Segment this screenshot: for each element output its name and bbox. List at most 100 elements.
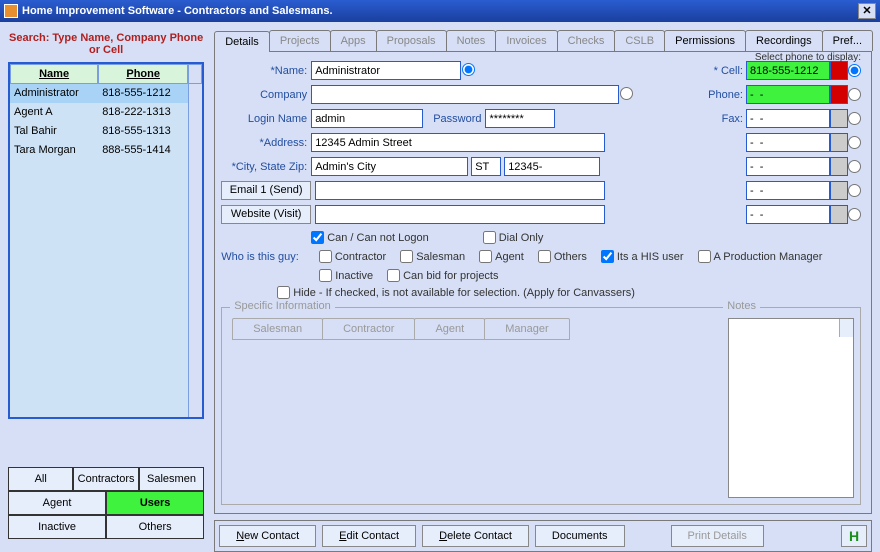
- tab-checks[interactable]: Checks: [557, 30, 616, 51]
- titlebar: Home Improvement Software - Contractors …: [0, 0, 880, 22]
- phone-display-radio[interactable]: [848, 88, 861, 101]
- city-input[interactable]: [311, 157, 468, 176]
- contact-row[interactable]: Agent A818-222-1313: [10, 103, 188, 122]
- address-input[interactable]: [311, 133, 605, 152]
- email1-button[interactable]: Email 1 (Send): [221, 181, 311, 200]
- filter-all[interactable]: All: [8, 467, 73, 491]
- scroll-header: [188, 64, 202, 84]
- contact-list: Name Phone Administrator818-555-1212Agen…: [8, 62, 204, 419]
- phone-display-label: Select phone to display:: [755, 52, 861, 63]
- cell-input[interactable]: [746, 61, 830, 80]
- check-contractor[interactable]: Contractor: [319, 250, 386, 263]
- zip-input[interactable]: [504, 157, 600, 176]
- tab-details-body: Select phone to display: Name: Cell: Com…: [214, 52, 872, 514]
- contact-row[interactable]: Tal Bahir818-555-1313: [10, 122, 188, 141]
- extra-phone-4[interactable]: [746, 205, 830, 224]
- website-input[interactable]: [315, 205, 605, 224]
- label-password: Password: [433, 113, 481, 125]
- fax-display-radio[interactable]: [848, 112, 861, 125]
- tab-details[interactable]: Details: [214, 31, 270, 52]
- fax-input[interactable]: [746, 109, 830, 128]
- tab-proposals[interactable]: Proposals: [376, 30, 447, 51]
- label-cell: Cell:: [703, 65, 743, 77]
- company-input[interactable]: [311, 85, 619, 104]
- filter-contractors[interactable]: Contractors: [73, 467, 138, 491]
- filter-buttons: AllContractorsSalesmen AgentUsers Inacti…: [8, 467, 204, 539]
- edit-contact-button[interactable]: Edit Contact: [322, 525, 416, 547]
- list-scrollbar[interactable]: [188, 84, 202, 417]
- extra1-dial-button[interactable]: [830, 133, 848, 152]
- email1-input[interactable]: [315, 181, 605, 200]
- state-input[interactable]: [471, 157, 501, 176]
- label-phone: Phone:: [703, 89, 743, 101]
- company-radio[interactable]: [620, 87, 633, 100]
- spec-tab-manager[interactable]: Manager: [484, 318, 569, 340]
- extra2-dial-button[interactable]: [830, 157, 848, 176]
- check-hide[interactable]: Hide - If checked, is not available for …: [277, 286, 635, 299]
- notes-scroll-up[interactable]: [839, 319, 853, 337]
- label-csz: City, State Zip:: [221, 161, 311, 173]
- col-header-phone[interactable]: Phone: [98, 64, 188, 84]
- tab-permissions[interactable]: Permissions: [664, 30, 746, 51]
- help-button[interactable]: H: [841, 525, 867, 547]
- documents-button[interactable]: Documents: [535, 525, 625, 547]
- tab-cslb[interactable]: CSLB: [614, 30, 665, 51]
- tab-notes[interactable]: Notes: [446, 30, 497, 51]
- close-icon[interactable]: ✕: [858, 3, 876, 19]
- tab-projects[interactable]: Projects: [269, 30, 331, 51]
- check-his-user[interactable]: Its a HIS user: [601, 250, 684, 263]
- contact-row[interactable]: Administrator818-555-1212: [10, 84, 188, 103]
- extra1-display-radio[interactable]: [848, 136, 861, 149]
- cell-dial-button[interactable]: [830, 61, 848, 80]
- tab-invoices[interactable]: Invoices: [495, 30, 557, 51]
- check-agent[interactable]: Agent: [479, 250, 524, 263]
- print-details-button[interactable]: Print Details: [671, 525, 764, 547]
- phone-input[interactable]: [746, 85, 830, 104]
- extra4-display-radio[interactable]: [848, 208, 861, 221]
- new-contact-button[interactable]: New Contact: [219, 525, 316, 547]
- name-radio[interactable]: [462, 63, 475, 76]
- extra3-display-radio[interactable]: [848, 184, 861, 197]
- password-input[interactable]: [485, 109, 555, 128]
- cell-display-radio[interactable]: [848, 64, 861, 77]
- login-input[interactable]: [311, 109, 423, 128]
- extra-phone-3[interactable]: [746, 181, 830, 200]
- spec-tab-agent[interactable]: Agent: [414, 318, 485, 340]
- spec-tab-salesman[interactable]: Salesman: [232, 318, 323, 340]
- check-others[interactable]: Others: [538, 250, 587, 263]
- contact-row[interactable]: Tara Morgan888-555-1414: [10, 141, 188, 160]
- filter-inactive[interactable]: Inactive: [8, 515, 106, 539]
- tab-pref[interactable]: Pref...: [822, 30, 873, 51]
- check-salesman[interactable]: Salesman: [400, 250, 465, 263]
- phone-dial-button[interactable]: [830, 85, 848, 104]
- specific-legend: Specific Information: [230, 300, 335, 312]
- extra3-dial-button[interactable]: [830, 181, 848, 200]
- label-address: Address:: [221, 137, 311, 149]
- check-dial-only[interactable]: Dial Only: [483, 231, 544, 244]
- label-fax: Fax:: [703, 113, 743, 125]
- extra-phone-2[interactable]: [746, 157, 830, 176]
- notes-textarea[interactable]: [728, 318, 854, 498]
- filter-users[interactable]: Users: [106, 491, 204, 515]
- name-input[interactable]: [311, 61, 461, 80]
- filter-agent[interactable]: Agent: [8, 491, 106, 515]
- left-pane: Search: Type Name, Company Phone or Cell…: [8, 30, 204, 539]
- check-inactive[interactable]: Inactive: [319, 269, 373, 282]
- tab-apps[interactable]: Apps: [330, 30, 377, 51]
- filter-salesmen[interactable]: Salesmen: [139, 467, 204, 491]
- extra-phone-1[interactable]: [746, 133, 830, 152]
- website-button[interactable]: Website (Visit): [221, 205, 311, 224]
- notes-legend: Notes: [723, 300, 760, 312]
- filter-others[interactable]: Others: [106, 515, 204, 539]
- check-can-bid[interactable]: Can bid for projects: [387, 269, 498, 282]
- extra2-display-radio[interactable]: [848, 160, 861, 173]
- delete-contact-button[interactable]: Delete Contact: [422, 525, 529, 547]
- fax-dial-button[interactable]: [830, 109, 848, 128]
- extra4-dial-button[interactable]: [830, 205, 848, 224]
- col-header-name[interactable]: Name: [10, 64, 98, 84]
- label-name: Name:: [221, 65, 311, 77]
- tab-recordings[interactable]: Recordings: [745, 30, 823, 51]
- spec-tab-contractor[interactable]: Contractor: [322, 318, 415, 340]
- check-prod-mgr[interactable]: A Production Manager: [698, 250, 823, 263]
- check-can-logon[interactable]: Can / Can not Logon: [311, 231, 429, 244]
